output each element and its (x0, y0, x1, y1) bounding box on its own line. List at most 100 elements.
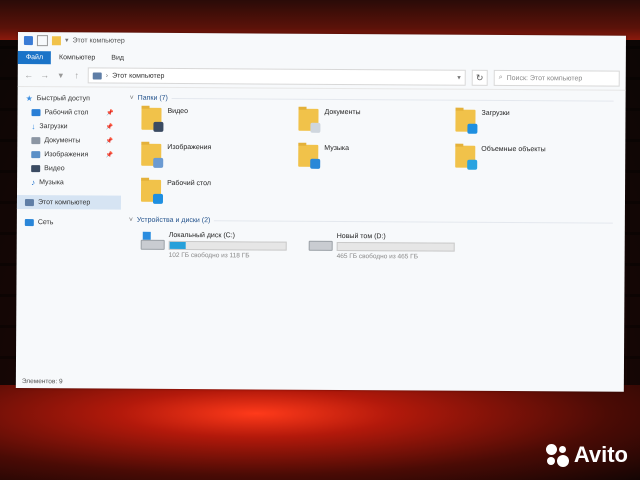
tab-file[interactable]: Файл (17, 50, 52, 65)
desktop-icon (152, 193, 164, 204)
sidebar-item-network[interactable]: Сеть (17, 215, 121, 230)
download-icon: ↓ (31, 121, 36, 131)
sidebar-item-documents[interactable]: Документы 📌 (17, 133, 121, 148)
up-icon[interactable]: ↑ (72, 70, 82, 80)
address-dropdown-icon[interactable]: ▾ (457, 74, 461, 82)
sidebar-item-pictures[interactable]: Изображения 📌 (17, 147, 121, 162)
search-placeholder: Поиск: Этот компьютер (506, 74, 583, 82)
folder-icon (141, 107, 164, 132)
folder-label: Объемные объекты (481, 145, 546, 154)
drive-usage-fill (169, 241, 186, 250)
folder-icon (298, 144, 321, 169)
file-view: ˅ Папки (7) Видео Документы Загрузки Изо… (120, 88, 626, 375)
sidebar-item-this-pc[interactable]: Этот компьютер (16, 194, 122, 210)
status-bar-count: Элементов: 9 (21, 378, 63, 386)
tab-view[interactable]: Вид (103, 52, 132, 65)
sidebar-item-downloads[interactable]: ↓ Загрузки 📌 (17, 119, 121, 134)
drive-d[interactable]: Новый том (D:) 465 ГБ свободно из 465 ГБ (308, 232, 455, 261)
address-bar[interactable]: › Этот компьютер ▾ (87, 67, 466, 86)
tab-computer[interactable]: Компьютер (51, 51, 103, 64)
pin-icon[interactable]: 📌 (106, 109, 114, 116)
cube-icon (467, 159, 478, 170)
system-drive-icon (140, 231, 165, 250)
new-folder-icon[interactable] (51, 35, 61, 45)
avito-text: Avito (573, 442, 628, 467)
recent-dropdown-icon[interactable]: ▾ (56, 70, 66, 81)
folder-label: Изображения (167, 143, 212, 152)
sidebar-item-label: Рабочий стол (44, 108, 89, 116)
folder-icon (140, 179, 164, 204)
refresh-icon[interactable]: ↻ (471, 69, 488, 86)
folder-icon (298, 108, 321, 133)
pictures-icon (153, 157, 164, 168)
sidebar-item-label: Изображения (44, 150, 89, 158)
back-icon[interactable]: ← (24, 70, 34, 80)
folder-downloads[interactable]: Загрузки (455, 109, 625, 141)
section-title: Устройства и диски (2) (136, 216, 211, 224)
video-icon (153, 121, 164, 132)
folder-label: Музыка (324, 144, 350, 153)
computer-icon (92, 71, 102, 80)
collapse-chevron-icon[interactable]: ˅ (130, 94, 134, 101)
navigation-pane: ★ Быстрый доступ Рабочий стол 📌 ↓ Загруз… (16, 87, 122, 372)
section-divider (214, 219, 613, 224)
quick-access-dropdown-icon[interactable]: ▾ (65, 36, 69, 44)
folder-icon (141, 143, 164, 168)
sidebar-item-label: Документы (44, 136, 81, 144)
search-icon: ⌕ (498, 73, 503, 81)
folder-label: Видео (167, 107, 188, 116)
properties-icon[interactable] (36, 34, 48, 46)
folder-icon (455, 109, 478, 134)
drive-usage-bar (336, 241, 455, 252)
drive-label: Новый том (D:) (336, 232, 386, 241)
music-icon: ♪ (31, 177, 36, 187)
collapse-chevron-icon[interactable]: ˅ (129, 216, 133, 223)
avito-watermark: Avito (544, 442, 628, 468)
section-divider (171, 97, 614, 102)
sidebar-item-label: Быстрый доступ (36, 94, 90, 102)
music-icon (310, 158, 321, 169)
sidebar-item-quick-access[interactable]: ★ Быстрый доступ (18, 91, 122, 106)
sidebar-item-label: Сеть (37, 218, 54, 226)
sidebar-item-desktop[interactable]: Рабочий стол 📌 (17, 105, 121, 120)
sidebar-item-videos[interactable]: Видео (17, 161, 121, 176)
folder-label: Рабочий стол (167, 179, 212, 188)
window-title: Этот компьютер (72, 36, 125, 45)
sidebar-item-music[interactable]: ♪ Музыка (17, 175, 121, 190)
drive-free-space: 102 ГБ свободно из 118 ГБ (168, 251, 250, 260)
sidebar-item-label: Загрузки (39, 122, 68, 130)
pictures-icon (31, 150, 41, 158)
folder-pictures[interactable]: Изображения (141, 143, 298, 175)
explorer-icon (23, 35, 33, 45)
forward-icon[interactable]: → (40, 70, 50, 80)
folder-videos[interactable]: Видео (141, 107, 298, 139)
drive-usage-bar (168, 240, 287, 251)
network-icon (24, 218, 34, 226)
folder-label: Документы (324, 108, 361, 117)
computer-icon (24, 198, 34, 206)
folder-documents[interactable]: Документы (298, 108, 455, 140)
documents-icon (31, 136, 41, 144)
avito-logo-icon (544, 442, 570, 468)
star-icon: ★ (25, 93, 33, 103)
search-input[interactable]: ⌕ Поиск: Этот компьютер (493, 69, 620, 87)
video-icon (31, 164, 41, 172)
content-area: ★ Быстрый доступ Рабочий стол 📌 ↓ Загруз… (16, 87, 626, 375)
pin-icon[interactable]: 📌 (106, 151, 114, 158)
folder-music[interactable]: Музыка (298, 144, 455, 176)
drive-icon (308, 233, 333, 251)
folder-desktop[interactable]: Рабочий стол (140, 179, 298, 211)
pin-icon[interactable]: 📌 (106, 137, 114, 144)
folder-3d-objects[interactable]: Объемные объекты (455, 145, 625, 177)
address-text: Этот компьютер (112, 72, 165, 80)
download-icon (467, 123, 478, 134)
folder-label: Загрузки (481, 109, 510, 118)
folder-icon (455, 145, 478, 170)
documents-icon (310, 122, 321, 133)
pin-icon[interactable]: 📌 (106, 123, 114, 130)
breadcrumb-separator-icon: › (105, 72, 109, 80)
drive-c[interactable]: Локальный диск (C:) 102 ГБ свободно из 1… (140, 231, 287, 260)
section-title: Папки (7) (137, 94, 168, 102)
sidebar-item-label: Этот компьютер (37, 198, 91, 206)
desktop-icon (31, 108, 41, 116)
